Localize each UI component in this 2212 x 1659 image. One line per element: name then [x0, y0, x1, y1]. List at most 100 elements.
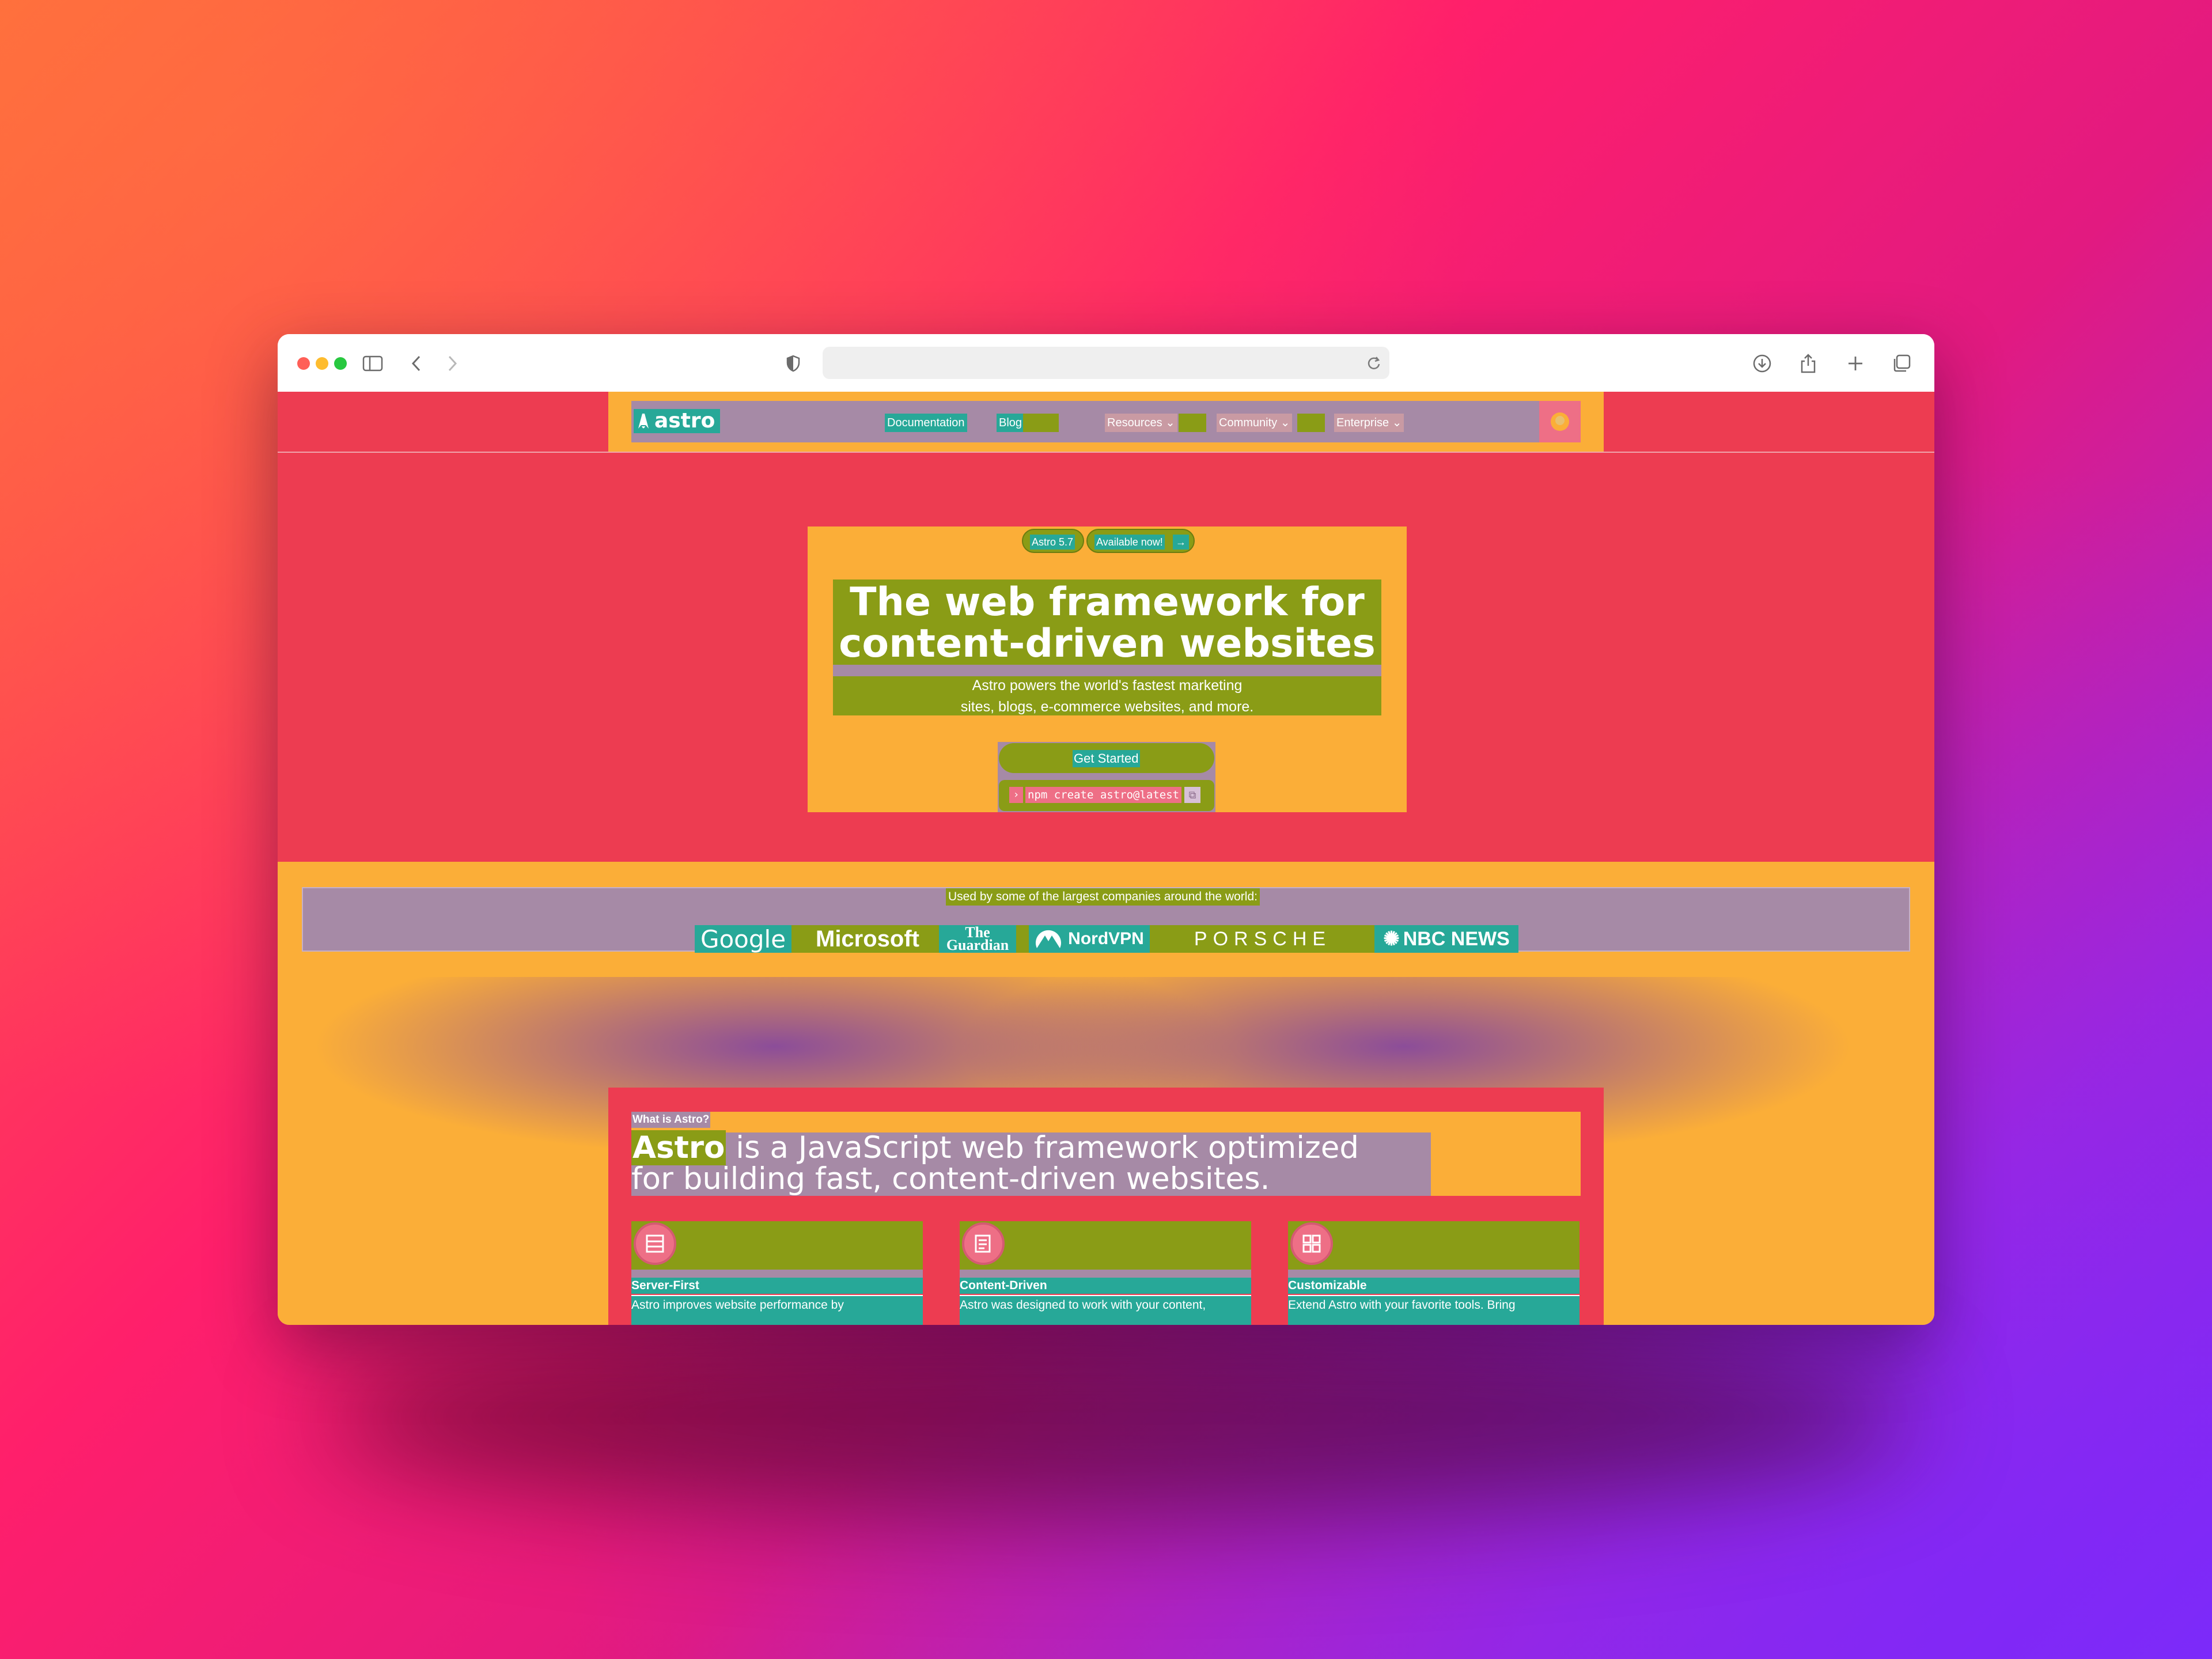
- close-window-button[interactable]: [297, 357, 310, 370]
- share-icon[interactable]: [1795, 350, 1821, 377]
- nav-spacer: [1297, 414, 1325, 432]
- nav-enterprise[interactable]: Enterprise ⌄: [1334, 414, 1404, 432]
- hero-headline: The web framework for content-driven web…: [833, 582, 1381, 665]
- github-icon: [1551, 412, 1569, 431]
- feature-card-divider: [1288, 1270, 1580, 1278]
- window-shadow: [323, 1313, 1912, 1521]
- nordvpn-mountain-icon: [1036, 930, 1062, 948]
- browser-window: astro Documentation Blog Resources ⌄ Com…: [278, 334, 1934, 1325]
- server-icon: [634, 1222, 676, 1265]
- nbc-peacock-icon: ✺: [1383, 928, 1400, 950]
- what-is-astro-header: What is Astro? Astro is a JavaScript web…: [631, 1112, 1581, 1196]
- header-divider: [278, 452, 1934, 453]
- feature-title: Server-First: [631, 1278, 923, 1294]
- nav-spacer: [1023, 414, 1059, 432]
- feature-card-header: [1288, 1221, 1580, 1270]
- install-command-text[interactable]: npm create astro@latest: [1025, 787, 1182, 803]
- chevron-down-icon: ⌄: [1280, 416, 1290, 429]
- install-command: › npm create astro@latest ⧉: [999, 780, 1214, 811]
- nav-enterprise-label: Enterprise: [1336, 416, 1389, 429]
- address-bar[interactable]: [823, 347, 1389, 379]
- version-badge[interactable]: Astro 5.7: [1022, 529, 1084, 553]
- logo-text: astro: [654, 409, 715, 433]
- get-started-button[interactable]: Get Started: [999, 743, 1214, 773]
- copy-icon[interactable]: ⧉: [1184, 787, 1200, 803]
- version-badge-label: Astro 5.7: [1030, 535, 1075, 550]
- forward-icon[interactable]: [439, 350, 465, 377]
- customer-logos-section: Used by some of the largest companies ar…: [278, 862, 1934, 977]
- microsoft-logo: Microsoft: [798, 925, 937, 953]
- porsche-logo: PORSCHE: [1156, 925, 1370, 953]
- webpage: astro Documentation Blog Resources ⌄ Com…: [278, 392, 1934, 1325]
- get-started-label: Get Started: [1073, 750, 1140, 767]
- sidebar-toggle-icon[interactable]: [359, 350, 386, 377]
- what-is-astro-card: What is Astro? Astro is a JavaScript web…: [608, 1088, 1604, 1325]
- customer-logo-strip: Google Microsoft The Guardian NordVPN PO…: [695, 925, 1518, 953]
- nav-documentation[interactable]: Documentation: [885, 414, 967, 432]
- astro-logo[interactable]: astro: [634, 409, 720, 433]
- back-icon[interactable]: [403, 350, 430, 377]
- feature-description: Astro improves website performance by: [631, 1295, 923, 1325]
- nav-spacer: [1179, 414, 1206, 432]
- statement-line-2: for building fast, content-driven websit…: [631, 1161, 1270, 1196]
- chevron-down-icon: ⌄: [1165, 416, 1175, 429]
- customer-logos-box: Used by some of the largest companies ar…: [302, 887, 1910, 953]
- site-header: astro Documentation Blog Resources ⌄ Com…: [608, 392, 1604, 452]
- tab-overview-icon[interactable]: [1888, 350, 1915, 377]
- feature-title: Content-Driven: [960, 1278, 1251, 1294]
- main-nav: astro Documentation Blog Resources ⌄ Com…: [631, 401, 1581, 442]
- github-button[interactable]: [1539, 401, 1581, 442]
- maximize-window-button[interactable]: [334, 357, 347, 370]
- feature-card-divider: [631, 1270, 923, 1278]
- available-badge[interactable]: Available now! →: [1086, 529, 1195, 553]
- astro-highlight: Astro: [631, 1130, 726, 1165]
- downloads-icon[interactable]: [1749, 350, 1775, 377]
- new-tab-icon[interactable]: [1842, 350, 1869, 377]
- privacy-shield-icon[interactable]: [780, 350, 806, 377]
- nav-community[interactable]: Community ⌄: [1217, 414, 1293, 432]
- reload-icon[interactable]: [1366, 355, 1381, 374]
- arrow-right-icon: →: [1173, 535, 1189, 550]
- guardian-logo: The Guardian: [939, 925, 1016, 953]
- hero-heading-block: The web framework for content-driven web…: [833, 579, 1381, 715]
- customize-icon: [1290, 1222, 1333, 1265]
- feature-card-divider: [960, 1270, 1251, 1278]
- what-is-astro-statement: Astro is a JavaScript web framework opti…: [631, 1130, 1431, 1196]
- nbc-news-text: NBC NEWS: [1403, 927, 1510, 950]
- nordvpn-text: NordVPN: [1068, 929, 1144, 948]
- statement-line-1: is a JavaScript web framework optimized: [726, 1130, 1359, 1165]
- headline-line-2: content-driven websites: [839, 621, 1376, 666]
- heading-divider: [833, 665, 1381, 676]
- available-badge-label: Available now!: [1094, 535, 1165, 550]
- google-logo: Google: [695, 925, 791, 953]
- nav-community-label: Community: [1219, 416, 1278, 429]
- feature-card-server-first: Server-First Astro improves website perf…: [631, 1221, 923, 1325]
- nbc-news-logo: ✺ NBC NEWS: [1374, 925, 1518, 953]
- minimize-window-button[interactable]: [316, 357, 328, 370]
- feature-card-content-driven: Content-Driven Astro was designed to wor…: [960, 1221, 1251, 1325]
- hero-actions: Get Started › npm create astro@latest ⧉: [998, 742, 1215, 812]
- feature-card-header: [631, 1221, 923, 1270]
- browser-toolbar: [278, 334, 1934, 393]
- feature-title: Customizable: [1288, 1278, 1580, 1294]
- chevron-down-icon: ⌄: [1392, 416, 1402, 429]
- content-icon: [962, 1222, 1005, 1265]
- feature-card-customizable: Customizable Extend Astro with your favo…: [1288, 1221, 1580, 1325]
- subtitle-line-2: sites, blogs, e-commerce websites, and m…: [960, 699, 1254, 715]
- feature-description: Extend Astro with your favorite tools. B…: [1288, 1295, 1580, 1325]
- terminal-prompt-icon: ›: [1009, 787, 1023, 803]
- headline-line-1: The web framework for: [850, 579, 1365, 625]
- release-badges: Astro 5.7 Available now! →: [1022, 529, 1195, 554]
- intro-section: What is Astro? Astro is a JavaScript web…: [278, 977, 1934, 1325]
- nordvpn-logo: NordVPN: [1029, 925, 1150, 953]
- feature-description: Astro was designed to work with your con…: [960, 1295, 1251, 1325]
- astro-rocket-icon: [638, 414, 649, 429]
- customers-heading: Used by some of the largest companies ar…: [946, 888, 1260, 906]
- feature-card-header: [960, 1221, 1251, 1270]
- nav-resources-label: Resources: [1107, 416, 1162, 429]
- nav-blog[interactable]: Blog: [997, 414, 1025, 432]
- subtitle-line-1: Astro powers the world's fastest marketi…: [972, 677, 1243, 694]
- hero-subtitle: Astro powers the world's fastest marketi…: [833, 675, 1381, 718]
- hero-section: Astro 5.7 Available now! → The web frame…: [808, 527, 1407, 812]
- nav-resources[interactable]: Resources ⌄: [1105, 414, 1177, 432]
